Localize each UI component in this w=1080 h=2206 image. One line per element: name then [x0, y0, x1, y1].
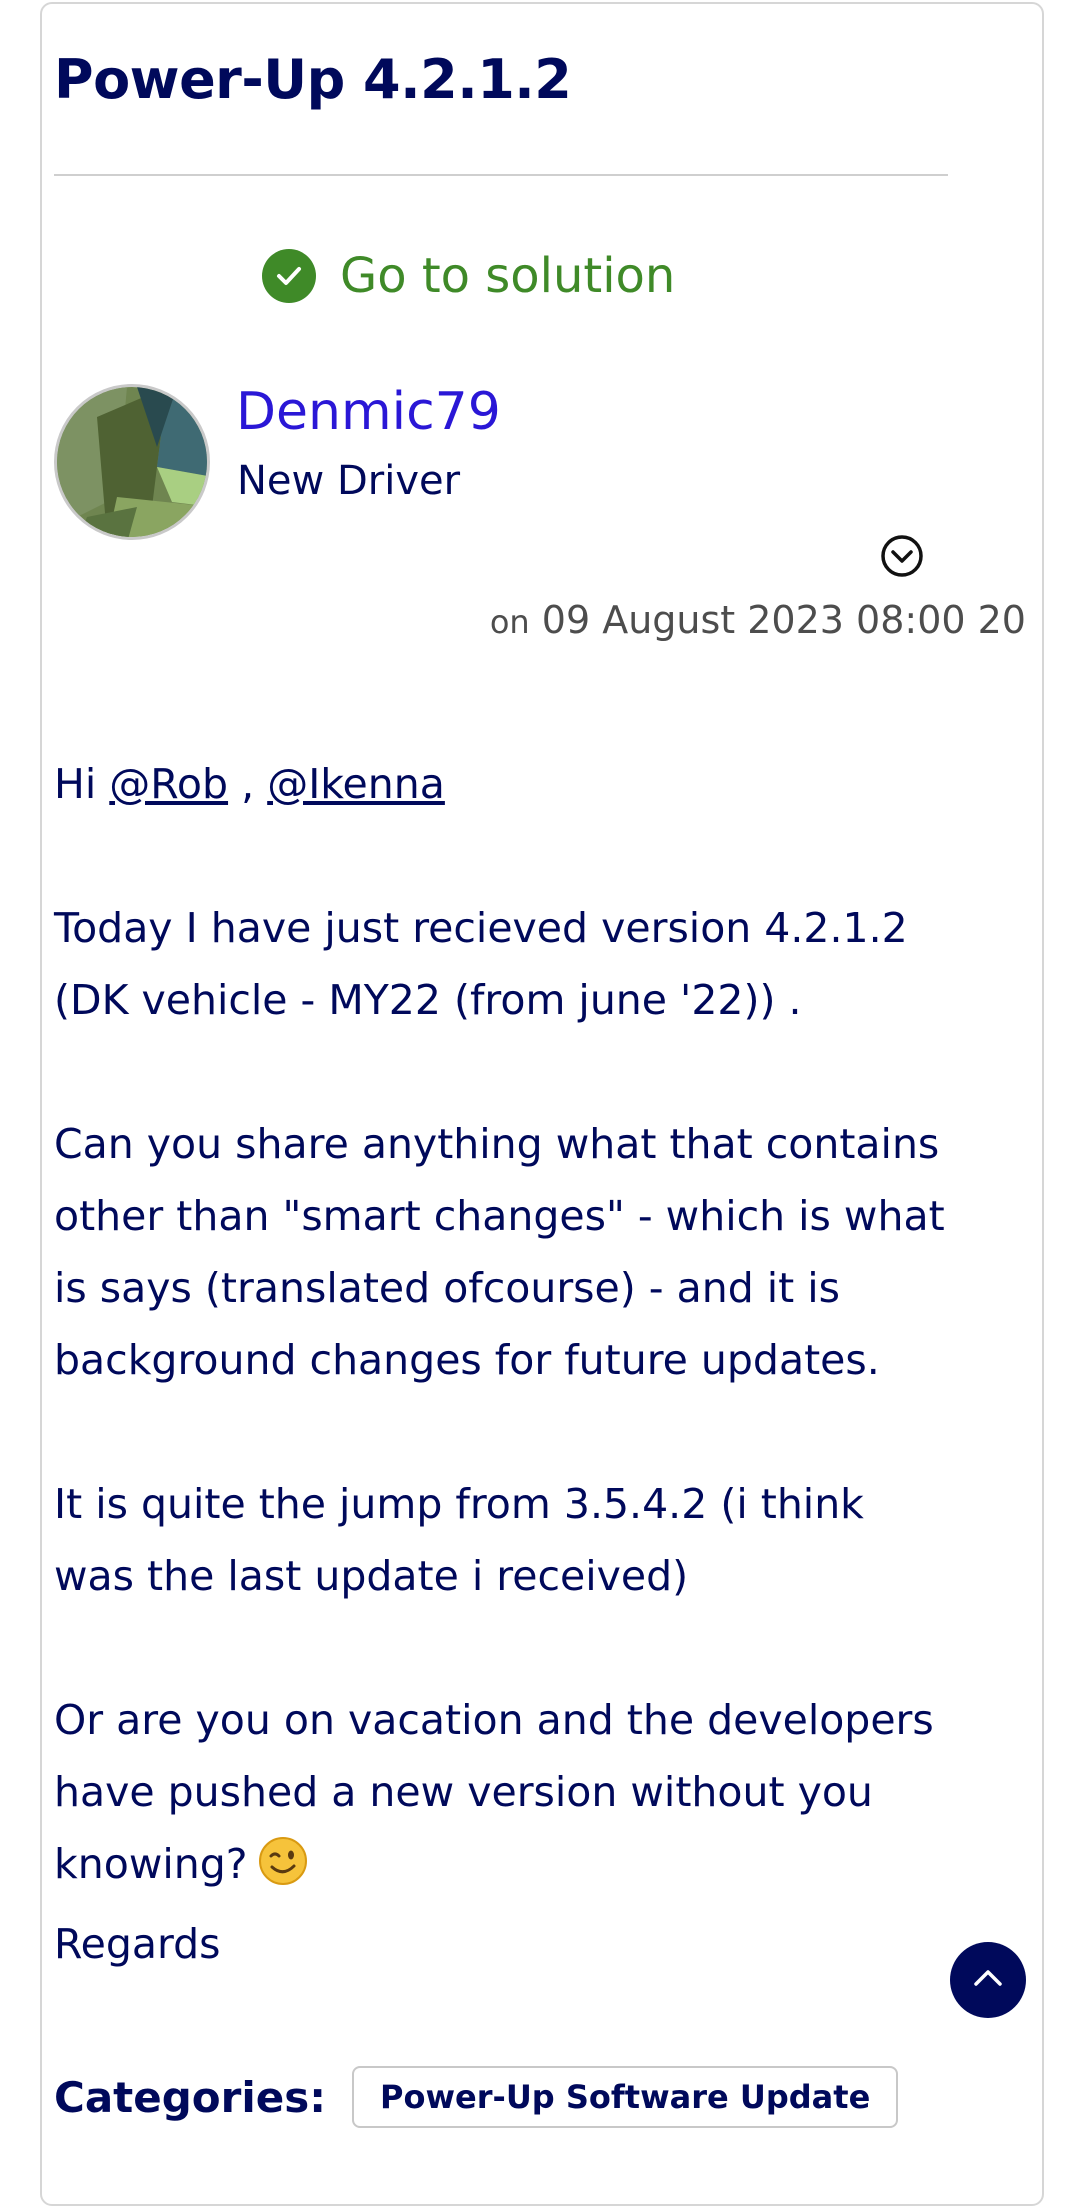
mention-separator: ,: [241, 760, 255, 808]
check-circle-icon: [262, 249, 316, 303]
author-rank: New Driver: [237, 458, 461, 504]
date-value: 09 August 2023 08:00 20: [541, 598, 1026, 642]
go-to-solution-label: Go to solution: [340, 248, 676, 304]
category-tag[interactable]: Power-Up Software Update: [352, 2066, 899, 2128]
greeting-line: Hi @Rob , @Ikenna: [54, 748, 954, 820]
chevron-down-circle-icon[interactable]: [880, 534, 924, 578]
author-name[interactable]: Denmic79: [236, 382, 501, 442]
categories: Categories: Power-Up Software Update: [54, 2066, 899, 2128]
mention-ikenna[interactable]: @Ikenna: [267, 760, 445, 808]
body-paragraph-text: Or are you on vacation and the developer…: [54, 1696, 934, 1888]
sign-off: Regards: [54, 1920, 221, 1968]
post-date: on 09 August 2023 08:00 20: [490, 598, 1026, 642]
post-body: Hi @Rob , @Ikenna Today I have just reci…: [54, 748, 954, 1980]
go-to-solution-link[interactable]: Go to solution: [262, 248, 675, 304]
post-title: Power-Up 4.2.1.2: [54, 48, 572, 111]
categories-label: Categories:: [54, 2072, 327, 2122]
body-paragraph: Today I have just recieved version 4.2.1…: [54, 904, 908, 1024]
chevron-up-icon: [968, 1958, 1008, 2002]
back-to-top-button[interactable]: [950, 1942, 1026, 2018]
title-divider: [54, 174, 948, 176]
body-paragraph: Can you share anything what that contain…: [54, 1120, 945, 1384]
body-paragraph: It is quite the jump from 3.5.4.2 (i thi…: [54, 1480, 864, 1600]
date-prefix: on: [489, 603, 530, 641]
winking-face-icon: [258, 1836, 308, 1908]
greeting-prefix: Hi: [54, 760, 97, 808]
avatar[interactable]: [54, 384, 210, 540]
body-paragraph: Or are you on vacation and the developer…: [54, 1684, 954, 1908]
mention-rob[interactable]: @Rob: [109, 760, 228, 808]
